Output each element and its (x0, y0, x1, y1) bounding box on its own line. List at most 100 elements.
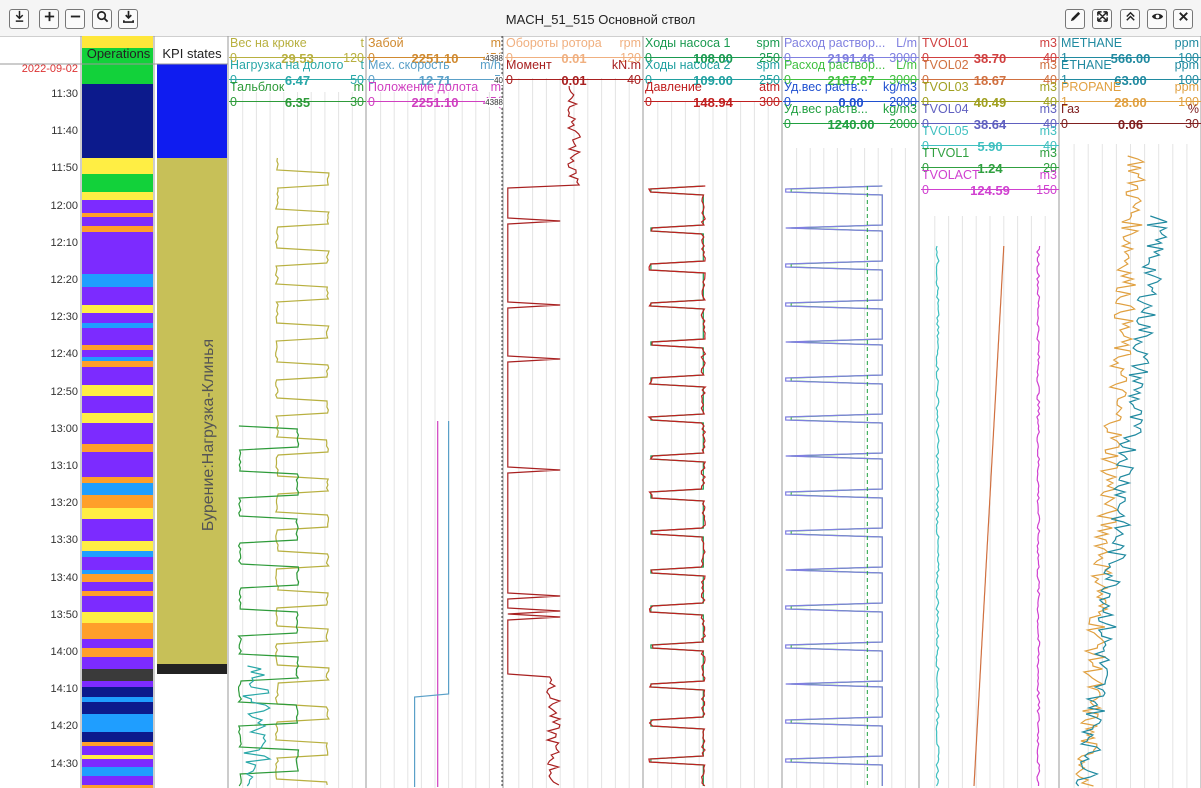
operation-segment (82, 345, 153, 350)
curve-trace (790, 185, 883, 786)
time-tick-label: 12:50 (50, 385, 78, 398)
operation-segment (82, 269, 153, 274)
fullscreen-button[interactable] (1092, 9, 1112, 29)
curve-name: ETHANE (1061, 58, 1112, 72)
curve-unit: atm (759, 80, 780, 94)
curve-header[interactable]: TVOL03 m3 0 40.49 40 (921, 80, 1059, 110)
curve-name: TVOL01 (922, 36, 969, 50)
curve-header[interactable]: Мех. скоростьm/h012.71540 (367, 58, 503, 88)
curve-badge: 4388 (485, 98, 503, 107)
curve-unit: m (353, 80, 364, 94)
operation-segment (82, 367, 153, 375)
operation-segment (82, 323, 153, 328)
curve-name: TVOL02 (922, 58, 969, 72)
operation-segment (82, 436, 153, 444)
curve-name: TVOLACT (922, 168, 980, 182)
curve-unit: m3 (1039, 58, 1057, 72)
curve-header[interactable]: TVOL05 m3 0 5.90 40 (921, 124, 1059, 154)
curve-header[interactable]: Момент kN.m 0 0.01 40 (505, 58, 643, 88)
operation-segment (82, 608, 153, 612)
operation-segment (82, 755, 153, 759)
curve-header[interactable]: Нагрузка на долото t 0 6.47 50 (229, 58, 366, 88)
curve-header[interactable]: ETHANE ppm 1 63.00 100 (1060, 58, 1201, 88)
curve-trace (1036, 245, 1041, 787)
operation-segment (82, 112, 153, 158)
operation-segment (82, 750, 153, 755)
operations-header: Operations (86, 46, 151, 61)
time-tick-label: 13:50 (50, 608, 78, 621)
operation-segment (82, 582, 153, 591)
curve-header[interactable]: Обороты ротора rpm 0 0.01 120 (505, 36, 643, 66)
operation-segment (82, 495, 153, 508)
curve-header[interactable]: TVOLACT m3 0 124.59 150 (921, 168, 1059, 198)
curve-header[interactable]: Давление atm 0 148.94 300 (644, 80, 782, 110)
curve-header[interactable]: TVOL02 m3 0 18.67 40 (921, 58, 1059, 88)
operation-segment (82, 444, 153, 452)
curve-max: 150 (1036, 183, 1057, 197)
curve-header[interactable]: TTVOL1 m3 0 1.24 20 (921, 146, 1059, 176)
operation-segment (82, 767, 153, 776)
operation-segment (82, 305, 153, 313)
curve-unit: rpm (619, 36, 641, 50)
curve-name: Ходы насоса 2 (645, 58, 731, 72)
curve-name: Тальблок (230, 80, 285, 94)
curve-unit: m3 (1039, 146, 1057, 160)
edit-button[interactable] (1065, 9, 1085, 29)
operation-segment (82, 158, 153, 174)
operation-segment (82, 702, 153, 706)
time-tick-label: 14:00 (50, 646, 78, 658)
curve-header[interactable]: Расход раствор... L/m 0 2191.46 3000 (783, 36, 919, 66)
kpi-segment (157, 64, 227, 158)
curve-unit: m (490, 80, 501, 94)
time-tick-label: 13:00 (50, 422, 78, 435)
curve-header[interactable]: TVOL04 m3 0 38.64 40 (921, 102, 1059, 132)
operation-segment (82, 776, 153, 785)
curve-header[interactable]: METHANE ppm 1 566.00 100 (1060, 36, 1201, 66)
expand-icon (1096, 10, 1109, 28)
operation-segment (82, 541, 153, 551)
curve-header[interactable]: Вес на крюке t 0 29.53 120 (229, 36, 366, 66)
curve-header[interactable]: Газ% 0 0.06 30 (1060, 102, 1201, 132)
curve-header[interactable]: TVOL01 m3 0 38.70 40 (921, 36, 1059, 66)
operation-segment (82, 681, 153, 687)
curve-unit: ppm (1174, 36, 1199, 50)
visibility-button[interactable] (1147, 9, 1167, 29)
collapse-button[interactable] (1120, 9, 1140, 29)
operation-segment (82, 357, 153, 361)
operation-segment (82, 714, 153, 725)
operation-segment (82, 596, 153, 608)
curve-value: 0.01 (561, 73, 587, 88)
operation-segment (82, 570, 153, 574)
operation-segment (82, 242, 153, 250)
operation-segment (82, 551, 153, 557)
operation-segment (82, 687, 153, 691)
curve-header[interactable]: Ходы насоса 1 spm 0 108.00 250 (644, 36, 782, 66)
curve-header[interactable]: Тальблок m 0 6.35 30 (229, 80, 366, 110)
operation-segment (82, 725, 153, 732)
curve-value: 6.35 (284, 95, 311, 110)
time-tick-label: 12:20 (50, 274, 78, 286)
curve-header[interactable]: PROPANE ppm 1 28.00 100 (1060, 80, 1201, 110)
close-button[interactable] (1173, 9, 1193, 29)
curve-header[interactable]: Положение долотаm02251.1045(4388 (367, 80, 503, 110)
date-label: 2022-09-02 (21, 63, 78, 75)
operation-segment (82, 328, 153, 336)
operation-segment (82, 232, 153, 242)
time-tick-label: 13:30 (50, 534, 78, 547)
curve-unit: t (360, 36, 364, 50)
curve-header[interactable]: Забойm02251.1045(4388 (367, 36, 503, 66)
curve-header[interactable]: Уд.вес раств... kg/m3 0 1240.00 2000 (783, 102, 919, 132)
curve-name: Нагрузка на долото (230, 58, 344, 72)
curve-header[interactable]: Ходы насоса 2 spm 0 109.00 250 (644, 58, 782, 88)
curve-unit: spm (756, 36, 780, 50)
curve-unit: % (1187, 102, 1199, 116)
operation-segment (82, 396, 153, 401)
operation-segment (82, 477, 153, 483)
operation-segment (82, 623, 153, 633)
curve-header[interactable]: Расход раствор... L/m 0 2167.87 3000 (783, 58, 919, 88)
operation-segment (82, 174, 153, 192)
curve-header[interactable]: Уд.вес раств... kg/m3 0 0.00 2000 (783, 80, 919, 110)
curve-max: 30 (350, 95, 364, 109)
close-icon (1177, 10, 1190, 28)
operation-segment (82, 226, 153, 232)
